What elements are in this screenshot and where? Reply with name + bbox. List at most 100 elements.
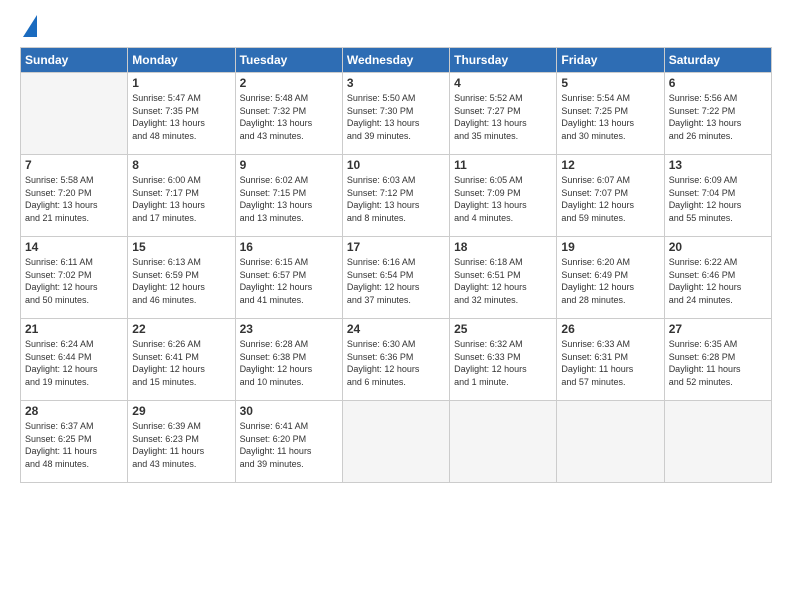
day-number: 14 [25,240,123,254]
page-header [20,18,772,37]
day-number: 17 [347,240,445,254]
calendar-cell: 5 Sunrise: 5:54 AM Sunset: 7:25 PM Daylig… [557,73,664,155]
calendar-cell: 13 Sunrise: 6:09 AM Sunset: 7:04 PM Dayli… [664,155,771,237]
day-info: Sunrise: 6:13 AM Sunset: 6:59 PM Dayligh… [132,256,230,306]
calendar-header-monday: Monday [128,48,235,73]
calendar-cell: 10 Sunrise: 6:03 AM Sunset: 7:12 PM Dayli… [342,155,449,237]
day-info: Sunrise: 6:18 AM Sunset: 6:51 PM Dayligh… [454,256,552,306]
day-number: 24 [347,322,445,336]
calendar-cell: 24 Sunrise: 6:30 AM Sunset: 6:36 PM Dayli… [342,319,449,401]
calendar-cell: 8 Sunrise: 6:00 AM Sunset: 7:17 PM Daylig… [128,155,235,237]
day-info: Sunrise: 6:30 AM Sunset: 6:36 PM Dayligh… [347,338,445,388]
day-info: Sunrise: 6:39 AM Sunset: 6:23 PM Dayligh… [132,420,230,470]
calendar-week-3: 14 Sunrise: 6:11 AM Sunset: 7:02 PM Dayli… [21,237,772,319]
day-info: Sunrise: 6:02 AM Sunset: 7:15 PM Dayligh… [240,174,338,224]
day-info: Sunrise: 6:03 AM Sunset: 7:12 PM Dayligh… [347,174,445,224]
calendar-cell: 1 Sunrise: 5:47 AM Sunset: 7:35 PM Daylig… [128,73,235,155]
calendar-header-thursday: Thursday [450,48,557,73]
day-number: 15 [132,240,230,254]
calendar-cell [342,401,449,483]
calendar-cell: 6Sunrise: 5:56 AM Sunset: 7:22 PM Daylig… [664,73,771,155]
day-number: 21 [25,322,123,336]
calendar-cell: 19 Sunrise: 6:20 AM Sunset: 6:49 PM Dayli… [557,237,664,319]
day-number: 26 [561,322,659,336]
day-number: 11 [454,158,552,172]
calendar-header-tuesday: Tuesday [235,48,342,73]
calendar-header-saturday: Saturday [664,48,771,73]
calendar-cell: 20Sunrise: 6:22 AM Sunset: 6:46 PM Dayli… [664,237,771,319]
calendar-header-row: SundayMondayTuesdayWednesdayThursdayFrid… [21,48,772,73]
calendar-cell: 9 Sunrise: 6:02 AM Sunset: 7:15 PM Daylig… [235,155,342,237]
day-number: 1 [132,76,230,90]
calendar-week-4: 21 Sunrise: 6:24 AM Sunset: 6:44 PM Dayli… [21,319,772,401]
day-number: 23 [240,322,338,336]
day-number: 4 [454,76,552,90]
day-number: 3 [347,76,445,90]
calendar-week-1: 1 Sunrise: 5:47 AM Sunset: 7:35 PM Daylig… [21,73,772,155]
day-info: Sunrise: 6:16 AM Sunset: 6:54 PM Dayligh… [347,256,445,306]
day-number: 10 [347,158,445,172]
day-info: Sunrise: 6:22 AM Sunset: 6:46 PM Dayligh… [669,256,767,306]
day-number: 9 [240,158,338,172]
calendar-body: 1 Sunrise: 5:47 AM Sunset: 7:35 PM Daylig… [21,73,772,483]
day-number: 5 [561,76,659,90]
day-info: Sunrise: 6:09 AM Sunset: 7:04 PM Dayligh… [669,174,767,224]
day-number: 22 [132,322,230,336]
day-number: 29 [132,404,230,418]
day-number: 18 [454,240,552,254]
day-info: Sunrise: 6:24 AM Sunset: 6:44 PM Dayligh… [25,338,123,388]
day-info: Sunrise: 6:41 AM Sunset: 6:20 PM Dayligh… [240,420,338,470]
day-info: Sunrise: 6:11 AM Sunset: 7:02 PM Dayligh… [25,256,123,306]
day-info: Sunrise: 5:54 AM Sunset: 7:25 PM Dayligh… [561,92,659,142]
calendar-cell: 21 Sunrise: 6:24 AM Sunset: 6:44 PM Dayli… [21,319,128,401]
day-info: Sunrise: 6:15 AM Sunset: 6:57 PM Dayligh… [240,256,338,306]
day-info: Sunrise: 5:56 AM Sunset: 7:22 PM Dayligh… [669,92,767,142]
calendar-cell: 17 Sunrise: 6:16 AM Sunset: 6:54 PM Dayli… [342,237,449,319]
calendar-cell: 27Sunrise: 6:35 AM Sunset: 6:28 PM Dayli… [664,319,771,401]
calendar-header-sunday: Sunday [21,48,128,73]
day-info: Sunrise: 5:47 AM Sunset: 7:35 PM Dayligh… [132,92,230,142]
calendar-cell [450,401,557,483]
day-info: Sunrise: 6:20 AM Sunset: 6:49 PM Dayligh… [561,256,659,306]
calendar-cell: 14 Sunrise: 6:11 AM Sunset: 7:02 PM Dayli… [21,237,128,319]
day-info: Sunrise: 5:48 AM Sunset: 7:32 PM Dayligh… [240,92,338,142]
day-number: 19 [561,240,659,254]
calendar-header-wednesday: Wednesday [342,48,449,73]
calendar-cell [557,401,664,483]
calendar-cell: 3 Sunrise: 5:50 AM Sunset: 7:30 PM Daylig… [342,73,449,155]
calendar-cell: 12Sunrise: 6:07 AM Sunset: 7:07 PM Dayli… [557,155,664,237]
day-info: Sunrise: 6:32 AM Sunset: 6:33 PM Dayligh… [454,338,552,388]
day-number: 7 [25,158,123,172]
day-info: Sunrise: 6:33 AM Sunset: 6:31 PM Dayligh… [561,338,659,388]
calendar-cell: 2 Sunrise: 5:48 AM Sunset: 7:32 PM Daylig… [235,73,342,155]
calendar-cell [21,73,128,155]
calendar-cell: 28Sunrise: 6:37 AM Sunset: 6:25 PM Dayli… [21,401,128,483]
calendar-cell: 18 Sunrise: 6:18 AM Sunset: 6:51 PM Dayli… [450,237,557,319]
day-info: Sunrise: 5:52 AM Sunset: 7:27 PM Dayligh… [454,92,552,142]
day-number: 8 [132,158,230,172]
calendar-cell: 16 Sunrise: 6:15 AM Sunset: 6:57 PM Dayli… [235,237,342,319]
day-number: 2 [240,76,338,90]
calendar-cell [664,401,771,483]
calendar-cell: 11 Sunrise: 6:05 AM Sunset: 7:09 PM Dayli… [450,155,557,237]
calendar-week-2: 7 Sunrise: 5:58 AM Sunset: 7:20 PM Daylig… [21,155,772,237]
day-number: 16 [240,240,338,254]
calendar-cell: 7 Sunrise: 5:58 AM Sunset: 7:20 PM Daylig… [21,155,128,237]
day-number: 13 [669,158,767,172]
calendar-cell: 26 Sunrise: 6:33 AM Sunset: 6:31 PM Dayli… [557,319,664,401]
calendar-cell: 15 Sunrise: 6:13 AM Sunset: 6:59 PM Dayli… [128,237,235,319]
calendar-cell: 29 Sunrise: 6:39 AM Sunset: 6:23 PM Dayli… [128,401,235,483]
day-info: Sunrise: 6:05 AM Sunset: 7:09 PM Dayligh… [454,174,552,224]
day-number: 30 [240,404,338,418]
calendar-cell: 25Sunrise: 6:32 AM Sunset: 6:33 PM Dayli… [450,319,557,401]
day-info: Sunrise: 6:26 AM Sunset: 6:41 PM Dayligh… [132,338,230,388]
day-info: Sunrise: 5:58 AM Sunset: 7:20 PM Dayligh… [25,174,123,224]
logo [20,18,37,37]
day-info: Sunrise: 6:28 AM Sunset: 6:38 PM Dayligh… [240,338,338,388]
calendar-header-friday: Friday [557,48,664,73]
calendar-week-5: 28Sunrise: 6:37 AM Sunset: 6:25 PM Dayli… [21,401,772,483]
day-info: Sunrise: 6:00 AM Sunset: 7:17 PM Dayligh… [132,174,230,224]
day-info: Sunrise: 6:07 AM Sunset: 7:07 PM Dayligh… [561,174,659,224]
logo-triangle-icon [23,15,37,37]
day-info: Sunrise: 5:50 AM Sunset: 7:30 PM Dayligh… [347,92,445,142]
